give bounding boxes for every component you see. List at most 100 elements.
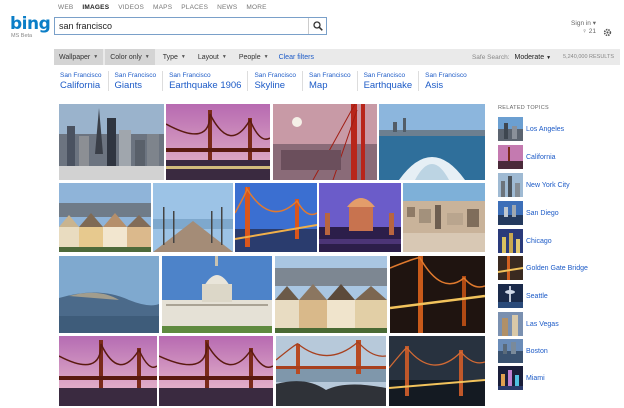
related-topic-thumbnail [498,201,523,225]
search-button[interactable] [308,18,326,34]
image-result-pier[interactable] [153,183,233,252]
related-topic-label: New York City [526,181,570,189]
bing-logo[interactable]: bing MS Beta [10,16,51,40]
rewards-icon: ♀ [582,28,587,35]
related-topic-label: Miami [526,374,545,382]
related-topic-item[interactable]: California [498,145,556,169]
related-topic-item[interactable]: Boston [498,339,548,363]
city-hall-image [162,256,272,333]
related-topic-item[interactable]: Las Vegas [498,312,559,336]
related-topics-heading: RELATED TOPICS [498,105,549,111]
filter-color[interactable]: Color only ▼ [105,49,155,65]
related-topic-thumbnail [498,366,523,390]
related-topic-thumbnail [498,173,523,197]
filter-label: Type [162,53,178,61]
chevron-down-icon: ▾ [592,20,596,27]
nav-images[interactable]: IMAGES [82,4,109,11]
filter-people[interactable]: People ▼ [239,54,269,61]
safe-search-dropdown[interactable]: Moderate ▼ [515,54,551,61]
image-result-golden-gate[interactable] [235,183,317,252]
filter-type[interactable]: Type ▼ [163,54,186,61]
related-searches: San Francisco California San Francisco Gia… [54,71,473,91]
bridge-dusk-image [389,336,485,406]
related-search-item[interactable]: San Francisco Asis [419,71,473,91]
related-topic-item[interactable]: Los Angeles [498,117,564,141]
nav-more[interactable]: MORE [246,4,266,11]
nav-web[interactable]: WEB [58,4,73,11]
related-search-item[interactable]: San Francisco Skyline [248,71,304,91]
results-count: 5,240,000 RESULTS [563,54,614,60]
nav-videos[interactable]: VIDEOS [118,4,144,11]
related-topic-label: Boston [526,347,548,355]
filter-label: People [238,53,261,61]
related-topic-label: Seattle [526,292,548,300]
image-result-bridge-night[interactable] [390,256,485,333]
settings-button[interactable] [603,24,612,42]
image-result-aerial-city[interactable] [403,183,485,252]
filter-wallpaper[interactable]: Wallpaper ▼ [54,49,104,65]
related-topic-item[interactable]: New York City [498,173,570,197]
related-topic-thumbnail [498,339,523,363]
related-search-item[interactable]: San Francisco Earthquake [358,71,420,91]
image-result-moon-bridge[interactable] [273,104,377,180]
image-result-alamo-square[interactable] [275,256,387,333]
filter-bar: Wallpaper ▼ Color only ▼ Type ▼ Layout ▼ Peo… [54,49,620,65]
skyline-image [59,104,164,180]
image-result-ferry-wake[interactable] [379,104,485,180]
safe-search-value: Moderate [514,53,545,61]
ferry-wake-image [379,104,485,180]
related-search-item[interactable]: San Francisco Map [303,71,358,91]
related-search-item[interactable]: San Francisco Earthquake 1906 [163,71,249,91]
filter-label: Layout [197,53,219,61]
search-icon [312,21,323,31]
image-result-bridge-purple-2[interactable] [59,336,157,406]
safe-search-label: Safe Search: [471,53,510,61]
image-result-city-hall[interactable] [162,256,272,333]
related-topic-item[interactable]: Chicago [498,229,552,253]
clear-filters-link[interactable]: Clear filters [279,54,314,61]
related-topic-label: Golden Gate Bridge [526,264,588,272]
related-topic-item[interactable]: Miami [498,366,545,390]
filter-layout[interactable]: Layout ▼ [198,54,227,61]
related-topic-item[interactable]: San Diego [498,201,559,225]
related-search-large: Map [309,80,328,91]
image-result-aerial-bay[interactable] [59,256,159,333]
sign-in[interactable]: Sign in ▾ ♀ 21 [571,20,596,36]
nav-maps[interactable]: MAPS [153,4,172,11]
nav-places[interactable]: PLACES [181,4,208,11]
related-topic-label: California [526,153,556,161]
palace-fine-arts-image [319,183,401,252]
chevron-down-icon: ▼ [263,54,269,60]
related-topic-thumbnail [498,284,523,308]
image-result-painted-ladies[interactable] [59,183,151,252]
search-input[interactable] [55,18,308,34]
filter-label: Wallpaper [59,53,91,61]
chevron-down-icon: ▼ [221,54,227,60]
aerial-bay-image [59,256,159,333]
related-search-large: Skyline [254,80,286,91]
related-search-large: Earthquake 1906 [169,80,242,91]
alamo-square-image [275,256,387,333]
safe-search: Safe Search: Moderate ▼ 5,240,000 RESULT… [472,54,620,61]
related-topic-item[interactable]: Golden Gate Bridge [498,256,588,280]
chevron-down-icon: ▼ [93,54,99,60]
related-topic-label: Los Angeles [526,125,565,133]
related-search-item[interactable]: San Francisco Giants [109,71,164,91]
image-result-bridge-rocks[interactable] [276,336,386,406]
painted-ladies-image [59,183,151,252]
related-search-item[interactable]: San Francisco California [54,71,109,91]
image-result-bridge-dusk[interactable] [389,336,485,406]
image-result-skyline[interactable] [59,104,164,180]
nav-news[interactable]: NEWS [217,4,237,11]
related-topic-item[interactable]: Seattle [498,284,548,308]
search-box [54,17,327,35]
rewards-points: 21 [588,28,596,35]
related-topic-thumbnail [498,256,523,280]
image-result-bridge-purple-3[interactable] [159,336,273,406]
bridge-sunset-image [159,336,273,406]
sign-in-label: Sign in [571,20,591,27]
image-result-palace-fine-arts[interactable] [319,183,401,252]
image-result-bridge-purple[interactable] [166,104,270,180]
chevron-down-icon: ▼ [144,54,150,60]
aerial-city-image [403,183,485,252]
